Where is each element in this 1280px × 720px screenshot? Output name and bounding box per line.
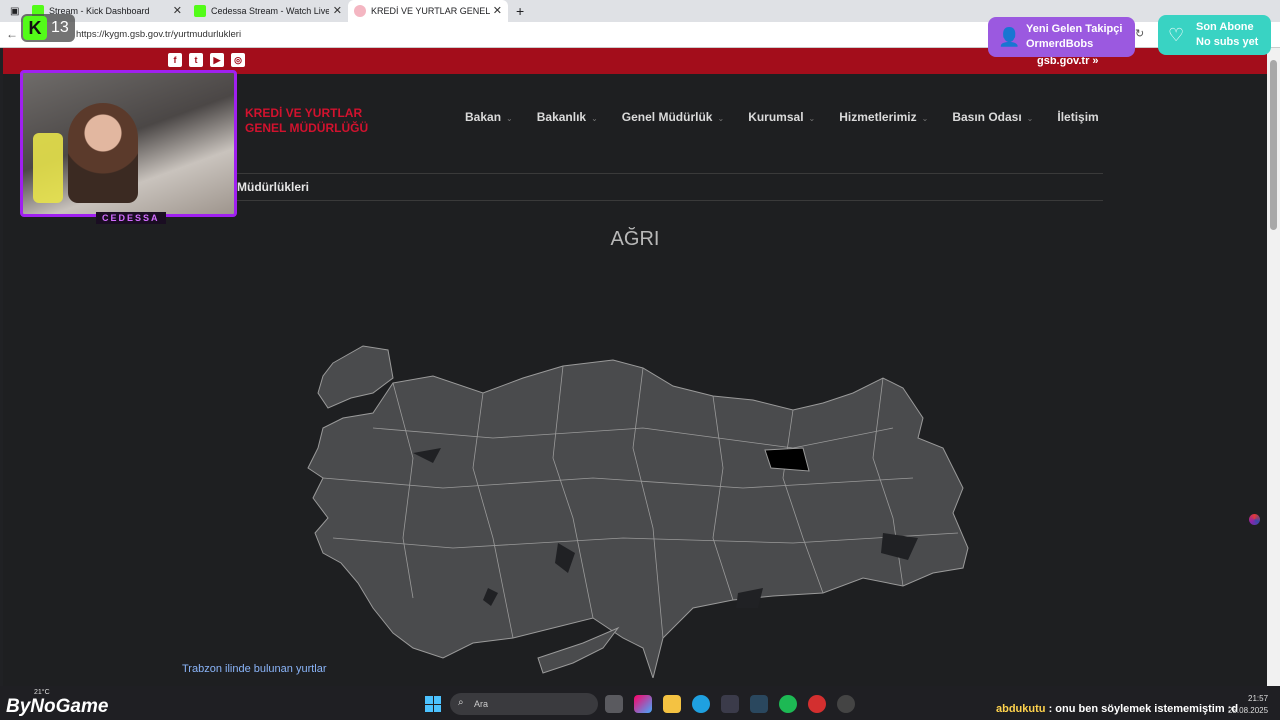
- sub-alert-title: Son Abone: [1196, 21, 1254, 33]
- scroll-thumb[interactable]: [1270, 60, 1277, 230]
- site-logo[interactable]: KREDİ VE YURTLAR GENEL MÜDÜRLÜĞÜ: [245, 106, 368, 136]
- search-icon: ⌕: [458, 697, 464, 708]
- nav-item-bakan[interactable]: Bakan ⌄: [465, 110, 513, 124]
- logo-line-1: KREDİ VE YURTLAR: [245, 106, 363, 120]
- tab-kygm-active[interactable]: KREDİ VE YURTLAR GENEL MÜDÜ ✕: [348, 0, 508, 22]
- clock-date: 25.08.2025: [1228, 706, 1269, 715]
- follower-alert: 👤 Yeni Gelen Takipçi OrmerdBobs: [988, 17, 1135, 57]
- chat-username: abdukutu: [996, 703, 1046, 715]
- nav-item-iletisim[interactable]: İletişim: [1057, 110, 1098, 124]
- heart-icon: ♡: [1168, 25, 1185, 45]
- viewer-count: 13: [51, 19, 69, 36]
- webcam-overlay: [20, 70, 237, 217]
- nav-item-genel-mudurluk[interactable]: Genel Müdürlük ⌄: [622, 110, 724, 124]
- new-tab-button[interactable]: +: [510, 0, 530, 22]
- youtube-icon[interactable]: ▶: [210, 53, 224, 67]
- spotify-icon[interactable]: [779, 695, 797, 713]
- windows-start-icon[interactable]: [425, 696, 441, 712]
- store-icon[interactable]: [721, 695, 739, 713]
- divider: [233, 173, 1103, 174]
- logo-line-2: GENEL MÜDÜRLÜĞÜ: [245, 121, 369, 135]
- chevron-down-icon: ⌄: [591, 114, 598, 123]
- taskbar-search[interactable]: ⌕ Ara: [450, 693, 598, 715]
- kick-viewer-badge: K 13: [21, 14, 75, 42]
- cyprus-region: [537, 626, 620, 674]
- app-icon[interactable]: [808, 695, 826, 713]
- close-tab-icon[interactable]: ✕: [493, 4, 502, 17]
- kick-favicon-icon: [194, 5, 206, 17]
- weather-widget[interactable]: 21°C: [34, 689, 50, 696]
- back-arrow-icon[interactable]: ←: [6, 27, 18, 41]
- chat-message: : onu ben söylemek istememiştim :d: [1048, 703, 1239, 715]
- streamer-figure: [68, 103, 138, 203]
- tab-title: Cedessa Stream - Watch Live on K: [211, 6, 329, 16]
- nav-item-kurumsal[interactable]: Kurumsal ⌄: [748, 110, 815, 124]
- chevron-down-icon: ⌄: [506, 114, 513, 123]
- chevron-down-icon: ⌄: [717, 114, 725, 123]
- add-user-icon: 👤: [998, 27, 1021, 47]
- turkey-map[interactable]: [293, 338, 983, 678]
- bynogame-logo: ByNoGame: [6, 696, 109, 717]
- map-title: AĞRI: [610, 228, 660, 250]
- file-explorer-icon[interactable]: [663, 695, 681, 713]
- breadcrumb: Müdürlükleri: [237, 180, 310, 194]
- steam-icon[interactable]: [750, 695, 768, 713]
- edge-icon[interactable]: [692, 695, 710, 713]
- sub-alert-value: No subs yet: [1196, 36, 1259, 48]
- kick-logo-icon: K: [23, 16, 47, 40]
- tab-kick-watch[interactable]: Cedessa Stream - Watch Live on K ✕: [188, 0, 348, 22]
- facebook-icon[interactable]: f: [168, 53, 182, 67]
- close-tab-icon[interactable]: ✕: [333, 4, 342, 17]
- windows-taskbar: ByNoGame 21°C ⌕ Ara abdukutu : onu ben s…: [0, 686, 1280, 720]
- instagram-icon[interactable]: ◎: [231, 53, 245, 67]
- accessibility-widget-icon[interactable]: [1249, 514, 1260, 525]
- social-links: f t ▶ ◎: [168, 53, 245, 67]
- province-region[interactable]: [317, 345, 394, 409]
- subscriber-alert: ♡ Son Abone No subs yet: [1158, 15, 1271, 55]
- close-tab-icon[interactable]: ✕: [173, 4, 182, 17]
- copilot-icon[interactable]: [634, 695, 652, 713]
- follower-alert-name: OrmerdBobs: [1026, 38, 1094, 50]
- nav-item-bakanlik[interactable]: Bakanlık ⌄: [537, 110, 598, 124]
- twitter-icon[interactable]: t: [189, 53, 203, 67]
- clock-time: 21:57: [1248, 694, 1269, 703]
- cam-label: CEDESSA: [96, 212, 166, 224]
- nav-item-basin-odasi[interactable]: Basın Odası ⌄: [952, 110, 1033, 124]
- site-favicon-icon: [354, 5, 366, 17]
- chevron-down-icon: ⌄: [808, 114, 816, 123]
- gaming-chair: [33, 133, 63, 203]
- page-scrollbar[interactable]: [1267, 48, 1280, 686]
- main-navigation: Bakan ⌄ Bakanlık ⌄ Genel Müdürlük ⌄ Kurumsa…: [465, 110, 1123, 124]
- stream-chat-line: abdukutu : onu ben söylemek istememiştim…: [996, 703, 1238, 715]
- search-placeholder: Ara: [474, 699, 489, 709]
- follower-alert-title: Yeni Gelen Takipçi: [1026, 23, 1123, 35]
- nav-item-hizmetlerimiz[interactable]: Hizmetlerimiz ⌄: [839, 110, 928, 124]
- divider: [233, 200, 1103, 201]
- province-dorms-link[interactable]: Trabzon ilinde bulunan yurtlar: [182, 663, 327, 675]
- chevron-down-icon: ⌄: [921, 114, 929, 123]
- url-field[interactable]: https://kygm.gsb.gov.tr/yurtmudurlukleri: [76, 29, 241, 40]
- province-trabzon-highlighted[interactable]: [764, 447, 810, 472]
- tab-title: KREDİ VE YURTLAR GENEL MÜDÜ: [371, 6, 491, 16]
- chrome-icon[interactable]: [837, 695, 855, 713]
- task-view-icon[interactable]: [605, 695, 623, 713]
- reload-icon[interactable]: ↻: [1135, 27, 1144, 40]
- chevron-down-icon: ⌄: [1026, 114, 1034, 123]
- system-clock[interactable]: 21:57 25.08.2025: [1228, 693, 1268, 717]
